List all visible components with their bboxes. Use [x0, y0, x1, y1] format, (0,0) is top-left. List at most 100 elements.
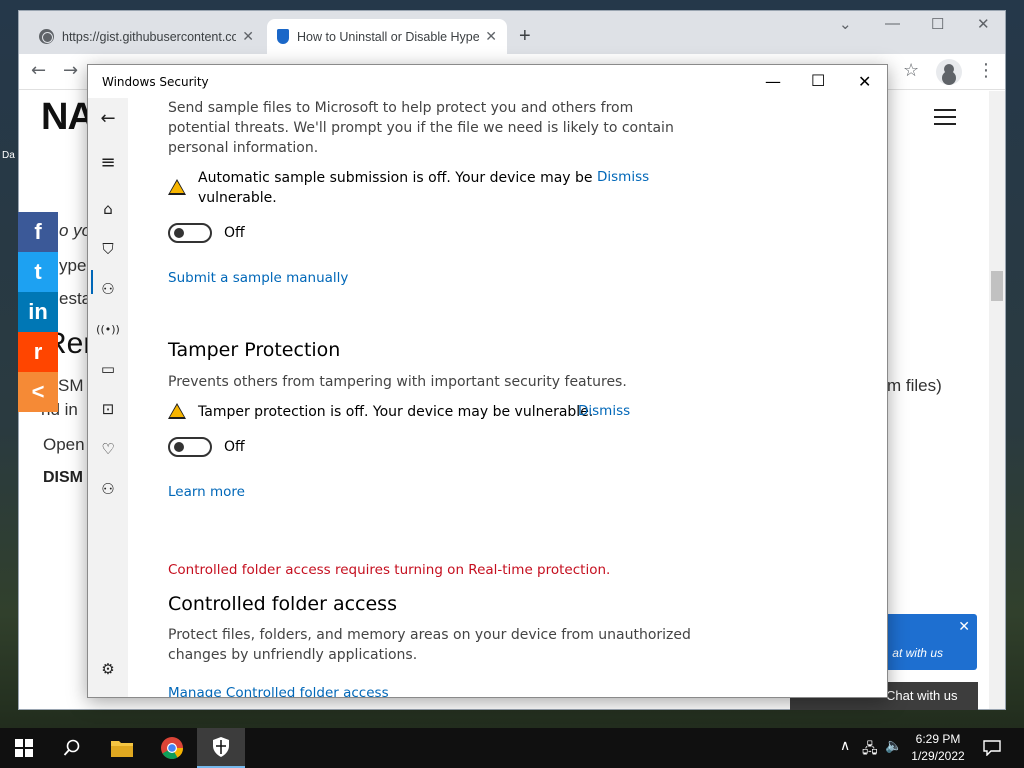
start-button[interactable]	[0, 728, 48, 768]
windows-security-taskbar-button[interactable]	[197, 728, 245, 768]
search-button[interactable]	[48, 728, 96, 768]
scroll-thumb[interactable]	[991, 271, 1003, 301]
chrome-icon	[161, 737, 183, 759]
title-bar: Windows Security — ☐ ✕	[88, 65, 887, 98]
chrome-taskbar-button[interactable]	[148, 728, 196, 768]
tab-title: How to Uninstall or Disable Hype	[297, 29, 480, 44]
menu-kebab-icon[interactable]: ⋮	[977, 60, 995, 81]
sample-warning-text: vulnerable.	[198, 190, 277, 206]
warning-icon	[168, 179, 186, 195]
tab-close-icon[interactable]: ✕	[242, 28, 254, 45]
reddit-icon: r	[33, 339, 43, 364]
device-security-icon[interactable]: ⊡	[88, 393, 128, 425]
new-tab-button[interactable]: +	[519, 25, 531, 48]
tab-article[interactable]: How to Uninstall or Disable Hype ✕	[267, 19, 507, 54]
twitter-share-button[interactable]: t	[18, 252, 58, 292]
home-icon[interactable]: ⌂	[88, 193, 128, 225]
minimize-icon[interactable]: —	[765, 72, 781, 91]
facebook-share-button[interactable]: f	[18, 212, 58, 252]
sample-description: potential threats. We'll prompt you if t…	[168, 120, 674, 136]
nav-rail: ← ≡ ⌂ ⛉ ⚇ ((•)) ▭ ⊡ ♡ ⚇ ⚙	[88, 98, 128, 697]
toggle-knob	[174, 228, 184, 238]
page-text: ype	[59, 256, 87, 275]
close-icon[interactable]: ✕	[977, 15, 990, 33]
device-health-icon[interactable]: ♡	[88, 433, 128, 465]
cfa-error-text: Controlled folder access requires turnin…	[168, 562, 611, 578]
dismiss-tamper-warning-link[interactable]: Dismiss	[578, 403, 630, 419]
submit-sample-link[interactable]: Submit a sample manually	[168, 270, 348, 286]
page-text: m files)	[887, 376, 942, 395]
tray-overflow-icon[interactable]: ∧	[840, 738, 850, 754]
virus-protection-shield-icon[interactable]: ⛉	[88, 233, 128, 265]
main-content: Send sample files to Microsoft to help p…	[128, 98, 887, 697]
profile-avatar-icon[interactable]	[936, 59, 962, 85]
cfa-description: changes by unfriendly applications.	[168, 647, 418, 663]
file-explorer-button[interactable]	[98, 728, 146, 768]
close-icon[interactable]: ✕	[858, 72, 871, 91]
automatic-sample-toggle[interactable]	[168, 223, 212, 243]
tab-gist[interactable]: https://gist.githubusercontent.com ✕	[29, 19, 264, 54]
facebook-icon: f	[34, 219, 42, 244]
manage-cfa-link[interactable]: Manage Controlled folder access	[168, 685, 389, 697]
maximize-icon[interactable]: ☐	[931, 15, 944, 33]
tab-search-icon[interactable]: ⌄	[839, 15, 852, 33]
tab-close-icon[interactable]: ✕	[485, 28, 497, 45]
site-favicon-icon	[277, 29, 289, 44]
tab-strip: https://gist.githubusercontent.com ✕ How…	[19, 11, 1005, 54]
tamper-description: Prevents others from tampering with impo…	[168, 374, 627, 390]
page-scrollbar[interactable]	[989, 91, 1005, 709]
sample-description: Send sample files to Microsoft to help p…	[168, 100, 634, 116]
forward-icon[interactable]: →	[63, 60, 78, 81]
chat-popup-text: at with us	[892, 646, 943, 660]
cfa-description: Protect files, folders, and memory areas…	[168, 627, 691, 643]
twitter-icon: t	[34, 259, 42, 284]
toggle-state-label: Off	[224, 439, 245, 455]
menu-icon[interactable]: ≡	[88, 146, 128, 178]
toggle-knob	[174, 442, 184, 452]
warning-icon	[168, 403, 186, 419]
network-icon[interactable]: 🖧	[862, 738, 878, 762]
hamburger-menu-icon[interactable]	[934, 109, 956, 130]
clock-time: 6:29 PM	[915, 732, 961, 746]
app-browser-control-icon[interactable]: ▭	[88, 353, 128, 385]
notifications-button[interactable]	[968, 728, 1016, 768]
folder-icon	[111, 741, 133, 757]
shield-icon	[213, 737, 229, 757]
windows-logo-icon	[15, 739, 33, 757]
volume-muted-icon[interactable]: 🔈	[885, 738, 902, 754]
site-logo[interactable]: NA	[41, 96, 95, 139]
family-options-icon[interactable]: ⚇	[88, 473, 128, 505]
tab-title: https://gist.githubusercontent.com	[62, 29, 237, 44]
search-icon	[63, 739, 80, 756]
maximize-icon[interactable]: ☐	[811, 71, 825, 90]
taskbar-clock[interactable]: 6:29 PM 1/29/2022	[905, 731, 971, 765]
tamper-protection-toggle[interactable]	[168, 437, 212, 457]
clock-date: 1/29/2022	[911, 749, 965, 763]
linkedin-icon: in	[28, 299, 48, 324]
desktop-icon-label[interactable]: Da	[2, 150, 15, 161]
globe-icon	[39, 29, 54, 44]
windows-security-window: Windows Security — ☐ ✕ ← ≡ ⌂ ⛉ ⚇ ((•)) ▭…	[87, 64, 888, 698]
chat-close-icon[interactable]: ✕	[958, 618, 970, 635]
tamper-protection-heading: Tamper Protection	[168, 339, 341, 361]
bookmark-star-icon[interactable]: ☆	[903, 60, 919, 81]
minimize-icon[interactable]: —	[885, 15, 900, 32]
sample-description: personal information.	[168, 140, 319, 156]
notification-icon	[983, 740, 1001, 756]
reddit-share-button[interactable]: r	[18, 332, 58, 372]
settings-gear-icon[interactable]: ⚙	[88, 653, 128, 685]
linkedin-share-button[interactable]: in	[18, 292, 58, 332]
back-icon[interactable]: ←	[31, 60, 46, 81]
back-icon[interactable]: ←	[88, 102, 128, 134]
toggle-state-label: Off	[224, 225, 245, 241]
share-icon: <	[31, 379, 45, 404]
sample-warning-text: Automatic sample submission is off. Your…	[198, 170, 593, 186]
learn-more-link[interactable]: Learn more	[168, 484, 245, 500]
controlled-folder-access-heading: Controlled folder access	[168, 593, 397, 615]
chat-popup[interactable]: ✕ at with us	[883, 614, 977, 670]
firewall-network-icon[interactable]: ((•))	[88, 313, 128, 345]
more-share-button[interactable]: <	[18, 372, 58, 412]
dismiss-sample-warning-link[interactable]: Dismiss	[597, 169, 649, 185]
account-protection-icon[interactable]: ⚇	[88, 273, 128, 305]
window-title: Windows Security	[102, 75, 209, 89]
